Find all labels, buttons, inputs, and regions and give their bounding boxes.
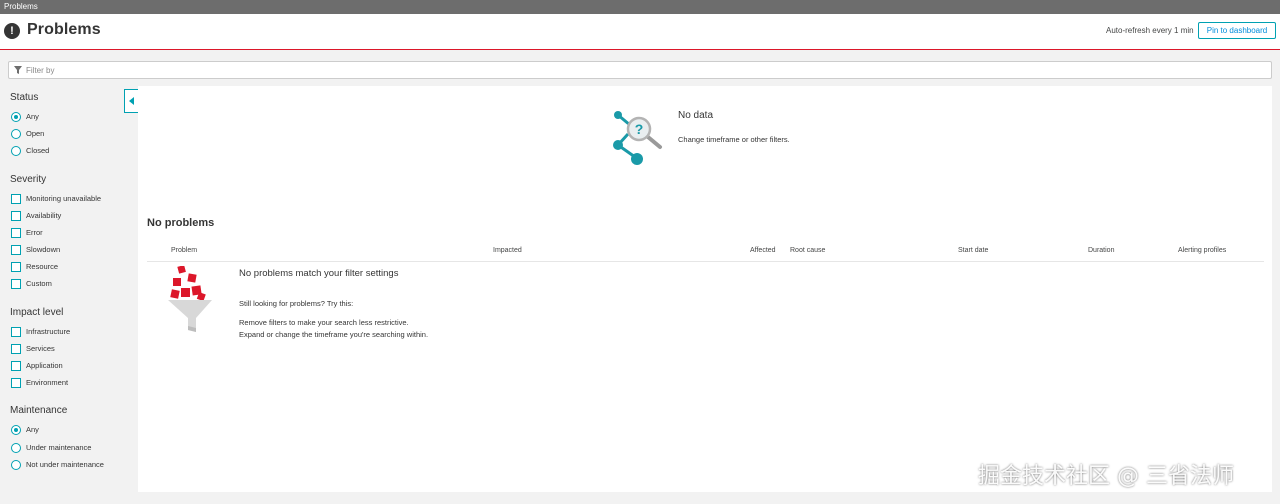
column-header-affected[interactable]: Affected xyxy=(750,247,776,254)
radio-button[interactable] xyxy=(11,128,21,139)
collapse-sidebar-button[interactable] xyxy=(124,89,138,113)
funnel-icon xyxy=(168,266,212,332)
option-label: Slowdown xyxy=(26,245,61,254)
checkbox[interactable] xyxy=(11,326,21,337)
no-data-description: Change timeframe or other filters. xyxy=(678,135,790,144)
problems-heading: No problems xyxy=(147,217,215,229)
severity-option-resource[interactable]: Resource xyxy=(11,261,58,272)
maintenance-option-any[interactable]: Any xyxy=(11,424,39,435)
checkbox[interactable] xyxy=(11,261,21,272)
main-content: ? No data Change timeframe or other filt… xyxy=(138,86,1272,492)
radio-button[interactable] xyxy=(11,424,21,435)
checkbox[interactable] xyxy=(11,377,21,388)
page-header: ! Problems Auto-refresh every 1 min Pin … xyxy=(0,14,1280,50)
page-title: Problems xyxy=(27,21,101,38)
severity-option-availability[interactable]: Availability xyxy=(11,210,61,221)
filter-bar[interactable] xyxy=(8,61,1272,79)
option-label: Services xyxy=(26,344,55,353)
alert-icon: ! xyxy=(4,23,20,39)
option-label: Closed xyxy=(26,146,50,155)
column-header-start-date[interactable]: Start date xyxy=(958,247,988,254)
collapse-arrow-icon xyxy=(129,97,134,105)
severity-heading: Severity xyxy=(10,174,47,185)
radio-button[interactable] xyxy=(11,111,21,122)
option-label: Open xyxy=(26,129,45,138)
filter-icon xyxy=(14,66,22,74)
option-label: Infrastructure xyxy=(26,327,71,336)
status-heading: Status xyxy=(10,92,39,103)
option-label: Not under maintenance xyxy=(26,460,104,469)
filter-sidebar: Status Any Open Closed Severity Monitori… xyxy=(0,86,138,496)
column-header-root-cause[interactable]: Root cause xyxy=(790,247,825,254)
column-header-problem[interactable]: Problem xyxy=(171,247,197,254)
option-label: Monitoring unavailable xyxy=(26,194,102,203)
severity-option-custom[interactable]: Custom xyxy=(11,278,52,289)
radio-button[interactable] xyxy=(11,442,21,453)
problems-table-header: Problem Impacted Affected Root cause Sta… xyxy=(147,245,1264,262)
impact-level-heading: Impact level xyxy=(10,307,64,318)
option-label: Availability xyxy=(26,211,62,220)
column-header-impacted[interactable]: Impacted xyxy=(493,247,522,254)
maintenance-option-under[interactable]: Under maintenance xyxy=(11,442,91,453)
empty-state-tip: Expand or change the timeframe you're se… xyxy=(239,330,429,339)
svg-text:?: ? xyxy=(635,121,644,137)
severity-option-slowdown[interactable]: Slowdown xyxy=(11,244,60,255)
option-label: Environment xyxy=(26,378,69,387)
option-label: Any xyxy=(26,425,39,434)
option-label: Custom xyxy=(26,279,52,288)
option-label: Resource xyxy=(26,262,59,271)
option-label: Any xyxy=(26,112,39,121)
impact-option-services[interactable]: Services xyxy=(11,343,55,354)
auto-refresh-label: Auto-refresh every 1 min xyxy=(1106,26,1194,35)
option-label: Application xyxy=(26,361,63,370)
checkbox[interactable] xyxy=(11,210,21,221)
severity-option-monitoring-unavailable[interactable]: Monitoring unavailable xyxy=(11,193,101,204)
pin-to-dashboard-button[interactable]: Pin to dashboard xyxy=(1198,22,1276,39)
checkbox[interactable] xyxy=(11,360,21,371)
empty-state-tip: Remove filters to make your search less … xyxy=(239,318,409,327)
option-label: Under maintenance xyxy=(26,443,92,452)
option-label: Error xyxy=(26,228,43,237)
checkbox[interactable] xyxy=(11,227,21,238)
status-option-closed[interactable]: Closed xyxy=(11,145,49,156)
maintenance-heading: Maintenance xyxy=(10,405,68,416)
maintenance-option-not-under[interactable]: Not under maintenance xyxy=(11,459,104,470)
impact-option-infrastructure[interactable]: Infrastructure xyxy=(11,326,70,337)
severity-option-error[interactable]: Error xyxy=(11,227,43,238)
empty-state-title: No problems match your filter settings xyxy=(239,268,399,279)
impact-option-environment[interactable]: Environment xyxy=(11,377,68,388)
no-data-icon: ? xyxy=(613,111,662,165)
filter-input[interactable] xyxy=(26,63,626,77)
no-data-title: No data xyxy=(678,110,714,121)
empty-state-hint: Still looking for problems? Try this: xyxy=(239,299,354,308)
radio-button[interactable] xyxy=(11,459,21,470)
checkbox[interactable] xyxy=(11,278,21,289)
window-titlebar: Problems xyxy=(0,0,1280,14)
impact-option-application[interactable]: Application xyxy=(11,360,63,371)
window-title: Problems xyxy=(4,2,38,11)
checkbox[interactable] xyxy=(11,343,21,354)
status-option-any[interactable]: Any xyxy=(11,111,39,122)
status-option-open[interactable]: Open xyxy=(11,128,44,139)
checkbox[interactable] xyxy=(11,193,21,204)
radio-button[interactable] xyxy=(11,145,21,156)
checkbox[interactable] xyxy=(11,244,21,255)
column-header-duration[interactable]: Duration xyxy=(1088,247,1114,254)
watermark-text: 掘金技术社区 @ 三省法师 xyxy=(978,464,1234,489)
column-header-alerting-profiles[interactable]: Alerting profiles xyxy=(1178,247,1226,254)
